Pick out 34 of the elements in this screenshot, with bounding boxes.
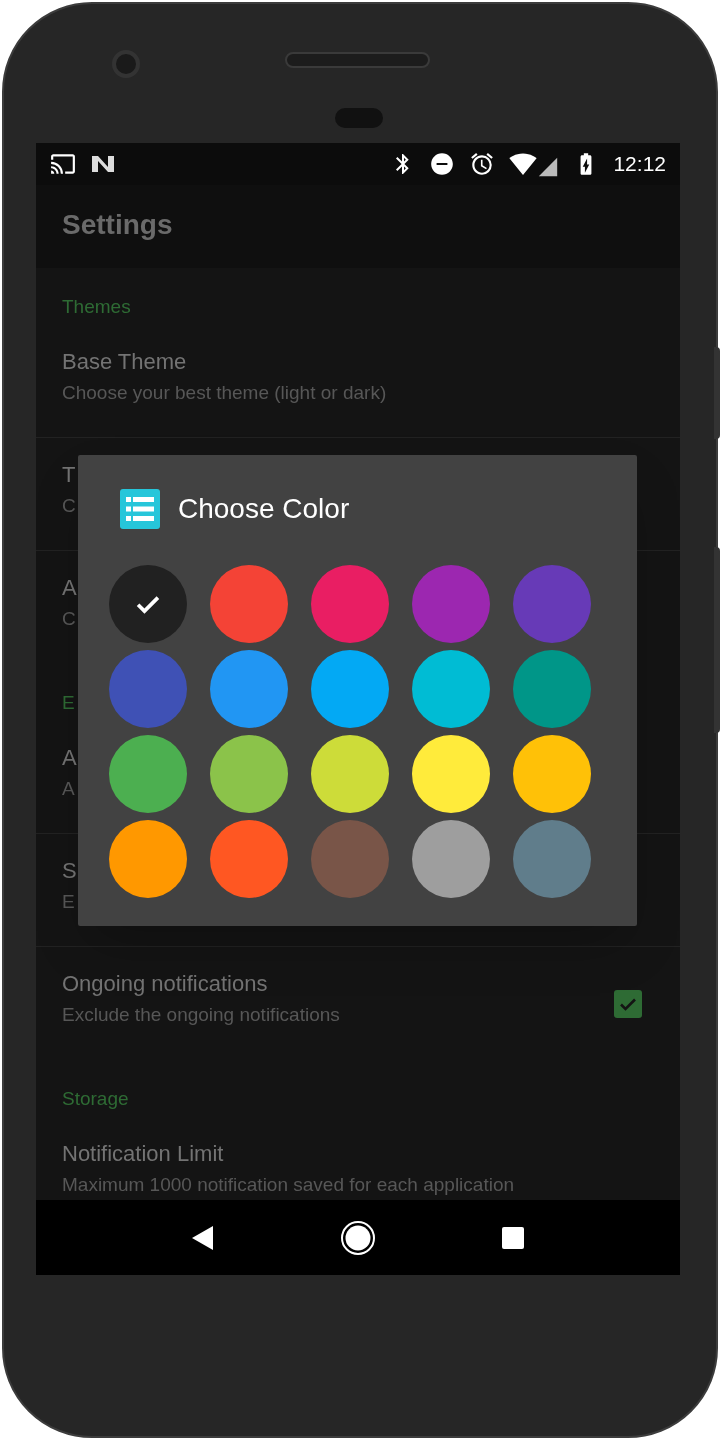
signal-icon: [537, 156, 560, 178]
home-icon: [340, 1219, 376, 1256]
dialog-title: Choose Color: [178, 492, 350, 526]
item-title: Ongoing notifications: [62, 972, 268, 996]
item-subtitle: Exclude the ongoing notifications: [62, 1003, 340, 1027]
toolbar-title: Settings: [62, 207, 173, 242]
settings-item[interactable]: Notification Limit Maximum 1000 notification saved for each application: [36, 1117, 680, 1200]
section-header: Themes: [62, 295, 131, 319]
alarm-icon: [469, 151, 496, 177]
cast-icon: [50, 151, 76, 177]
item-subtitle: A: [62, 776, 75, 801]
item-subtitle: E: [62, 889, 75, 914]
camera-icon: [112, 50, 140, 78]
item-subtitle: Maximum 1000 notification saved for each application: [62, 1173, 515, 1197]
item-title: T: [62, 462, 76, 487]
list-icon: [120, 489, 160, 529]
item-title: S: [62, 858, 77, 883]
item-title: A: [62, 745, 77, 770]
item-title: A: [62, 576, 77, 600]
status-time: 12:12: [613, 151, 666, 178]
item-subtitle: Choose your best theme (light or dark): [62, 380, 387, 405]
section-header: E: [62, 691, 75, 715]
item-title: Base Theme: [62, 349, 187, 374]
app-logo-icon: [90, 153, 116, 175]
item-subtitle: C: [62, 607, 76, 631]
checkbox[interactable]: [614, 989, 642, 1018]
item-subtitle: C: [62, 493, 76, 518]
item-title: Notification Limit: [62, 1142, 224, 1166]
square-icon: [500, 1225, 525, 1250]
back-icon: [191, 1224, 216, 1251]
do-not-disturb-icon: [429, 151, 456, 177]
section-header: Storage: [62, 1087, 129, 1111]
settings-item[interactable]: Ongoing notifications Exclude the ongoing notifications: [36, 947, 680, 1060]
settings-item[interactable]: Base Theme Choose your best theme (light or dark): [36, 325, 680, 438]
